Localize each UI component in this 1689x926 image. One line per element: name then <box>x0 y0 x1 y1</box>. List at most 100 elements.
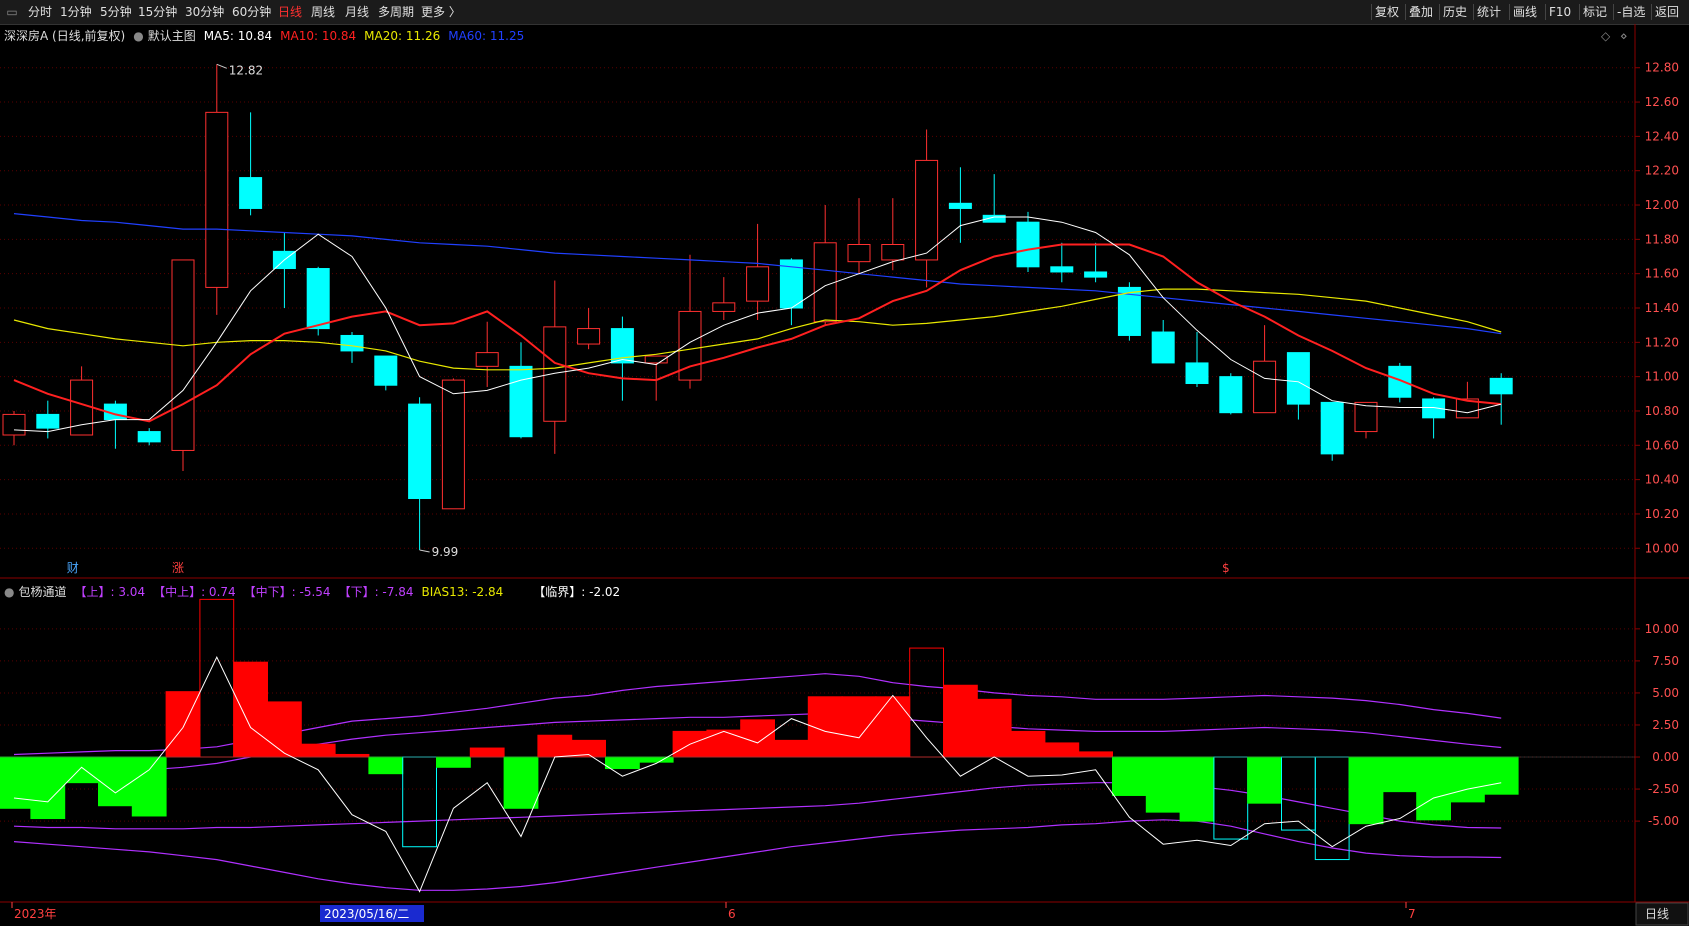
toolbar-tool-button[interactable]: 标记 <box>1583 0 1607 24</box>
bias-bar-down <box>368 756 404 775</box>
indicator-legend-item: 【上】: 3.04 <box>75 585 146 599</box>
period-tab[interactable]: 月线 <box>345 0 369 24</box>
candle-down <box>408 403 432 499</box>
toolbar-tool-button[interactable]: 历史 <box>1443 0 1467 24</box>
bias-bar-down <box>1348 756 1384 825</box>
toolbar-tool-button[interactable]: 复权 <box>1375 0 1399 24</box>
toolbar-tool-button[interactable]: 返回 <box>1655 0 1679 24</box>
price-tick-label: 12.40 <box>1645 129 1679 143</box>
bias-bar-up <box>300 743 336 758</box>
bias-bar-down <box>638 756 674 763</box>
candle-down <box>1016 221 1040 268</box>
price-tick-label: 10.20 <box>1645 507 1679 521</box>
bias-bar-down <box>30 756 66 820</box>
period-tab[interactable]: 30分钟 <box>185 0 224 24</box>
candle-down <box>1185 362 1209 385</box>
candle-up <box>441 379 465 510</box>
candle-up <box>2 413 26 436</box>
price-tick-label: 12.60 <box>1645 95 1679 109</box>
kline-chart-area[interactable]: 12.80 12.60 12.40 12.20 12.00 11.80 11.60 11.40… <box>0 24 1689 926</box>
bias-bar-down <box>503 756 539 809</box>
period-tab[interactable]: 多周期 <box>378 0 414 24</box>
bias-bar-down <box>436 756 471 768</box>
period-label: 日线 <box>1645 907 1669 921</box>
bias-bar-up <box>165 691 201 758</box>
indicator-legend-item: 【中上】: 0.74 <box>153 584 236 599</box>
indicator-tick-label: 5.00 <box>1652 686 1679 700</box>
candle-up <box>205 111 229 288</box>
bias-bar-up <box>537 734 573 758</box>
toolbar-tool-button[interactable]: F10 <box>1549 0 1571 24</box>
candle-up <box>712 302 736 312</box>
price-tick-label: 10.60 <box>1645 438 1679 452</box>
bias-bar-down <box>1450 756 1485 803</box>
candle-down <box>1320 401 1344 455</box>
period-toolbar: ▭ 分时 1分钟 5分钟 15分钟 30分钟 60分钟 日线 周线 月线 多周期 更多 〉 复权 叠加… <box>0 0 1689 25</box>
bias-bar-up <box>943 684 978 758</box>
date-cursor-label: 2023/05/16/二 <box>324 907 409 921</box>
price-tick-label: 10.00 <box>1645 541 1679 555</box>
indicator-legend-item: 【下】: -7.84 <box>339 585 414 599</box>
price-tick-label: 12.00 <box>1645 198 1679 212</box>
date-axis-year: 2023年 <box>14 907 57 921</box>
menu-icon[interactable]: ▭ <box>4 0 20 24</box>
period-tab[interactable]: 日线 <box>278 0 302 24</box>
period-tab[interactable]: 分时 <box>28 0 52 24</box>
low-price-label: 9.99 <box>432 545 459 559</box>
candle-up <box>915 159 939 261</box>
bias-bar-up <box>469 747 505 758</box>
template-label: 默认主图 <box>148 28 196 43</box>
bias-bar-up <box>199 598 235 758</box>
toolbar-tool-button[interactable]: 统计 <box>1477 0 1501 24</box>
bias-bar-up <box>841 696 877 758</box>
candle-up <box>577 328 601 345</box>
price-tick-label: 12.20 <box>1645 164 1679 178</box>
candle-down <box>1219 376 1243 414</box>
period-tab[interactable]: 更多 〉 <box>421 0 461 24</box>
period-tab[interactable]: 1分钟 <box>60 0 92 24</box>
candle-down <box>340 334 364 352</box>
toolbar-tool-button[interactable]: -自选 <box>1617 0 1645 24</box>
toolbar-tool-button[interactable]: 画线 <box>1513 0 1537 24</box>
price-tick-label: 11.80 <box>1645 232 1679 246</box>
bias-bar-down <box>402 756 438 848</box>
price-tick-label: 10.80 <box>1645 404 1679 418</box>
toolbar-separator <box>1473 4 1474 20</box>
bias-bar-up <box>909 647 945 758</box>
price-tick-label: 11.60 <box>1645 267 1679 281</box>
candle-up <box>813 242 837 323</box>
template-dot-icon: ● <box>133 29 143 43</box>
bias-bar-up <box>1044 742 1080 758</box>
price-tick-label: 11.00 <box>1645 370 1679 384</box>
period-tab[interactable]: 60分钟 <box>232 0 271 24</box>
main-legend: 深深房A (日线,前复权) ● 默认主图 MA5: 10.84 MA10: 10.84 M… <box>4 28 524 43</box>
bias-bar-down <box>131 756 167 817</box>
event-mark: 财 <box>67 561 79 575</box>
candle-down <box>948 202 972 209</box>
period-tab[interactable]: 15分钟 <box>138 0 177 24</box>
bias-bar-down <box>0 756 32 809</box>
options-icon: ⋄ <box>1620 29 1628 43</box>
indicator-legend-item: 【中下】: -5.54 <box>244 584 331 599</box>
bias-bar-up <box>1010 730 1046 758</box>
toolbar-separator <box>1651 4 1652 20</box>
bias-bar-up <box>706 729 742 758</box>
bias-bar-down <box>1247 756 1282 804</box>
price-tick-label: 10.40 <box>1645 473 1679 487</box>
bias-bar-down <box>1179 756 1215 822</box>
candle-down <box>1286 352 1310 405</box>
period-tab[interactable]: 周线 <box>311 0 335 24</box>
bias-bar-down <box>1112 756 1147 796</box>
candle-up <box>171 259 195 451</box>
indicator-tick-label: -2.50 <box>1648 782 1679 796</box>
period-tab[interactable]: 5分钟 <box>100 0 132 24</box>
toolbar-tool-button[interactable]: 叠加 <box>1409 0 1433 24</box>
candle-down <box>1489 377 1513 395</box>
candle-down <box>1084 271 1108 278</box>
bias-bar-up <box>875 696 911 758</box>
ma-legend-item: MA20: 11.26 <box>364 29 440 43</box>
date-axis-month: 6 <box>728 907 736 921</box>
candle-down <box>374 355 398 386</box>
event-mark: $ <box>1222 561 1230 575</box>
candle-up <box>847 244 871 263</box>
